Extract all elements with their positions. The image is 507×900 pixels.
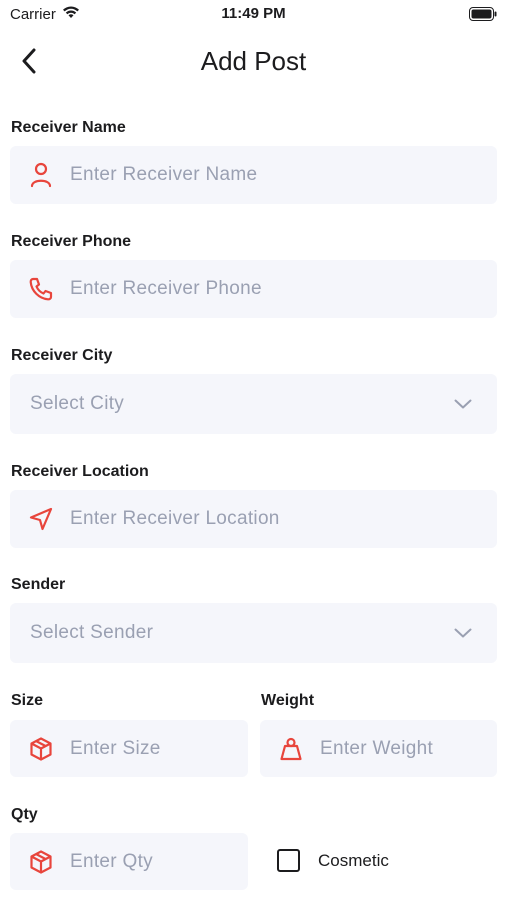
sender-placeholder: Select Sender [30, 622, 154, 643]
receiver-city-select[interactable]: Select City [10, 374, 497, 434]
weight-input[interactable]: Enter Weight [260, 720, 497, 777]
person-icon [26, 160, 56, 190]
box-icon [26, 847, 56, 877]
cosmetic-checkbox[interactable] [277, 849, 300, 872]
qty-placeholder: Enter Qty [70, 850, 153, 872]
receiver-location-input[interactable]: Enter Receiver Location [10, 490, 497, 548]
box-icon [26, 734, 56, 764]
receiver-phone-placeholder: Enter Receiver Phone [70, 278, 262, 299]
cosmetic-label: Cosmetic [318, 850, 389, 870]
sender-select[interactable]: Select Sender [10, 603, 497, 663]
chevron-down-icon [453, 623, 473, 643]
cosmetic-option[interactable]: Cosmetic [277, 849, 389, 872]
battery-icon [469, 7, 497, 25]
weight-placeholder: Enter Weight [320, 737, 434, 759]
receiver-location-placeholder: Enter Receiver Location [70, 508, 280, 529]
size-input[interactable]: Enter Size [10, 720, 248, 777]
receiver-city-placeholder: Select City [30, 393, 125, 414]
status-time: 11:49 PM [221, 5, 286, 22]
size-placeholder: Enter Size [70, 737, 161, 759]
navigation-bar: Add Post [0, 36, 507, 84]
size-label: Size [11, 692, 44, 709]
sender-label: Sender [11, 576, 66, 593]
qty-label: Qty [11, 806, 38, 823]
page-title: Add Post [200, 46, 307, 76]
receiver-phone-label: Receiver Phone [11, 233, 132, 250]
receiver-location-label: Receiver Location [11, 463, 149, 480]
status-bar: Carrier 11:49 PM [0, 0, 507, 28]
receiver-name-placeholder: Enter Receiver Name [70, 164, 258, 185]
qty-input[interactable]: Enter Qty [10, 833, 248, 890]
receiver-phone-input[interactable]: Enter Receiver Phone [10, 260, 497, 318]
phone-icon [26, 274, 56, 304]
receiver-city-label: Receiver City [11, 347, 113, 364]
receiver-name-input[interactable]: Enter Receiver Name [10, 146, 497, 204]
chevron-down-icon [453, 394, 473, 414]
weight-label: Weight [261, 692, 315, 709]
receiver-name-label: Receiver Name [11, 119, 126, 136]
navigation-icon [26, 504, 56, 534]
weight-icon [276, 734, 306, 764]
